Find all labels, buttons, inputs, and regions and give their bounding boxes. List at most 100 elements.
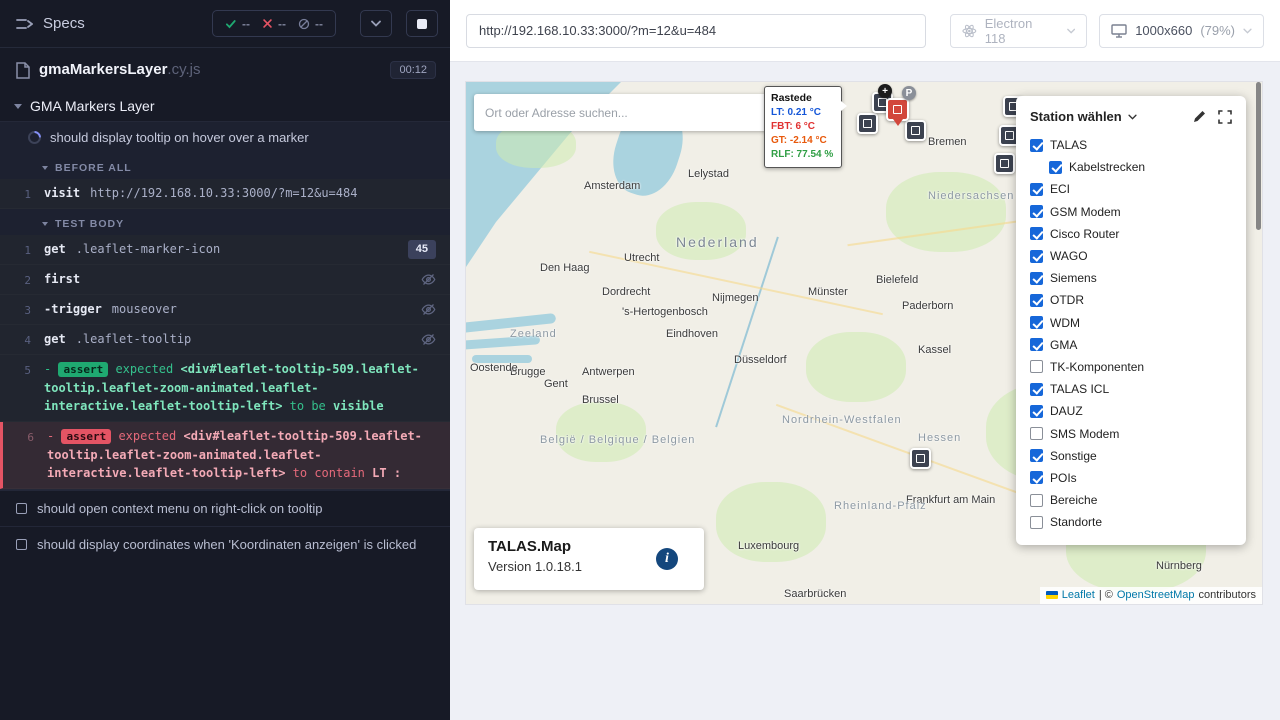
before-all-section[interactable]: BEFORE ALL <box>0 153 450 179</box>
command-row[interactable]: 1 visit http://192.168.10.33:3000/?m=12&… <box>0 179 450 209</box>
assert-text: to contain <box>293 466 365 480</box>
tooltip-title: Rastede <box>771 91 835 106</box>
station-filter-item[interactable]: WAGO <box>1030 245 1232 267</box>
checkbox[interactable] <box>1030 360 1043 373</box>
checkbox[interactable] <box>1030 471 1043 484</box>
station-filter-item[interactable]: Standorte <box>1030 511 1232 533</box>
command-method: -trigger <box>44 300 102 319</box>
checkbox[interactable] <box>1030 294 1043 307</box>
viewport-size: 1000x660 <box>1135 23 1192 38</box>
station-marker[interactable] <box>910 448 931 469</box>
map-canvas[interactable]: AmsterdamLelystadUtrechtDen HaagDordrech… <box>466 82 1262 604</box>
search-input[interactable] <box>485 106 767 120</box>
checkbox[interactable] <box>1030 516 1043 529</box>
station-filter-item[interactable]: Kabelstrecken <box>1030 156 1232 178</box>
chevron-down-icon[interactable] <box>1128 114 1137 120</box>
map-control-badge[interactable]: + <box>878 84 892 98</box>
osm-link[interactable]: OpenStreetMap <box>1117 589 1195 601</box>
checkbox[interactable] <box>1030 227 1043 240</box>
station-filter-item[interactable]: ECI <box>1030 178 1232 200</box>
checkbox-label: Standorte <box>1050 515 1102 529</box>
edit-pencil-icon[interactable] <box>1192 110 1206 124</box>
map-place-label: Lelystad <box>688 168 729 180</box>
map-control-badge[interactable]: P <box>902 86 916 100</box>
station-marker[interactable] <box>857 113 878 134</box>
station-filter-item[interactable]: OTDR <box>1030 289 1232 311</box>
pending-test-title: should display coordinates when 'Koordin… <box>37 537 416 552</box>
checkbox[interactable] <box>1030 316 1043 329</box>
station-marker[interactable] <box>994 153 1015 174</box>
command-args: .leaflet-tooltip <box>76 330 192 349</box>
collapse-all-button[interactable] <box>360 10 392 37</box>
command-args: .leaflet-marker-icon <box>76 240 221 259</box>
specs-menu-icon[interactable] <box>16 17 33 31</box>
map-place-label: Kassel <box>918 344 951 356</box>
assert-row-failed[interactable]: 6 - assert expected <div#leaflet-tooltip… <box>0 422 450 489</box>
command-row[interactable]: 4get.leaflet-tooltip <box>0 325 450 355</box>
leaflet-link[interactable]: Leaflet <box>1062 589 1095 601</box>
map-place-label: Niedersachsen <box>928 190 1014 202</box>
map-place-label: Utrecht <box>624 252 659 264</box>
stop-button[interactable] <box>406 10 438 37</box>
checkbox[interactable] <box>1030 272 1043 285</box>
command-row[interactable]: 2first <box>0 265 450 295</box>
info-icon[interactable]: i <box>656 548 678 570</box>
checkbox[interactable] <box>1030 183 1043 196</box>
checkbox[interactable] <box>1049 161 1062 174</box>
selected-station-marker[interactable] <box>886 98 909 121</box>
station-filter-item[interactable]: TALAS <box>1030 134 1232 156</box>
station-filter-item[interactable]: DAUZ <box>1030 400 1232 422</box>
version-card: TALAS.Map Version 1.0.18.1 i <box>474 528 704 590</box>
test-body-section[interactable]: TEST BODY <box>0 209 450 235</box>
station-filter-item[interactable]: Siemens <box>1030 267 1232 289</box>
pending-test-row[interactable]: should open context menu on right-click … <box>0 490 450 526</box>
chevron-down-icon <box>14 104 22 109</box>
viewport-selector[interactable]: 1000x660 (79%) <box>1099 14 1264 48</box>
checkbox[interactable] <box>1030 338 1043 351</box>
checkbox[interactable] <box>1030 250 1043 263</box>
map-place-label: Saarbrücken <box>784 588 846 600</box>
station-filter-item[interactable]: POIs <box>1030 467 1232 489</box>
tooltip-value: FBT: 6 °C <box>771 120 835 134</box>
child-dash: - <box>44 362 51 376</box>
checkbox[interactable] <box>1030 494 1043 507</box>
station-filter-item[interactable]: GSM Modem <box>1030 201 1232 223</box>
test-stats: -- -- -- <box>212 10 336 37</box>
checkbox[interactable] <box>1030 427 1043 440</box>
assert-row-passed[interactable]: 5 - assert expected <div#leaflet-tooltip… <box>0 355 450 422</box>
station-tooltip[interactable]: Rastede LT: 0.21 °CFBT: 6 °CGT: -2.14 °C… <box>764 86 842 168</box>
pending-tests: should open context menu on right-click … <box>0 490 450 562</box>
assert-text: to be <box>290 399 326 413</box>
fullscreen-icon[interactable] <box>1218 110 1232 124</box>
station-filter-item[interactable]: WDM <box>1030 312 1232 334</box>
station-filter-item[interactable]: SMS Modem <box>1030 422 1232 444</box>
tooltip-value: GT: -2.14 °C <box>771 134 835 148</box>
checkbox-label: TK-Komponenten <box>1050 360 1144 374</box>
url-bar[interactable]: http://192.168.10.33:3000/?m=12&u=484 <box>466 14 926 48</box>
map-place-label: Oostende <box>470 362 518 374</box>
station-filter-item[interactable]: Bereiche <box>1030 489 1232 511</box>
aut-scrollbar[interactable] <box>1256 82 1261 230</box>
checkbox[interactable] <box>1030 449 1043 462</box>
station-filter-item[interactable]: TALAS ICL <box>1030 378 1232 400</box>
station-filter-item[interactable]: TK-Komponenten <box>1030 356 1232 378</box>
checkbox[interactable] <box>1030 383 1043 396</box>
station-filter-item[interactable]: Sonstige <box>1030 445 1232 467</box>
station-filter-item[interactable]: Cisco Router <box>1030 223 1232 245</box>
checkbox-label: TALAS ICL <box>1050 382 1109 396</box>
checkbox[interactable] <box>1030 205 1043 218</box>
active-test[interactable]: should display tooltip on hover over a m… <box>0 122 450 153</box>
checkbox-label: GMA <box>1050 338 1077 352</box>
station-filter-item[interactable]: GMA <box>1030 334 1232 356</box>
checkbox[interactable] <box>1030 405 1043 418</box>
command-row[interactable]: 1get.leaflet-marker-icon45 <box>0 235 450 265</box>
checkbox[interactable] <box>1030 139 1043 152</box>
specs-label[interactable]: Specs <box>43 15 85 32</box>
suite-header[interactable]: GMA Markers Layer <box>0 90 450 121</box>
station-dropdown[interactable]: Station wählen <box>1030 109 1122 124</box>
pending-test-row[interactable]: should display coordinates when 'Koordin… <box>0 526 450 562</box>
browser-selector[interactable]: Electron 118 <box>950 14 1087 48</box>
command-row[interactable]: 3-triggermouseover <box>0 295 450 325</box>
station-marker[interactable] <box>905 120 926 141</box>
map-place-label: Antwerpen <box>582 366 635 378</box>
